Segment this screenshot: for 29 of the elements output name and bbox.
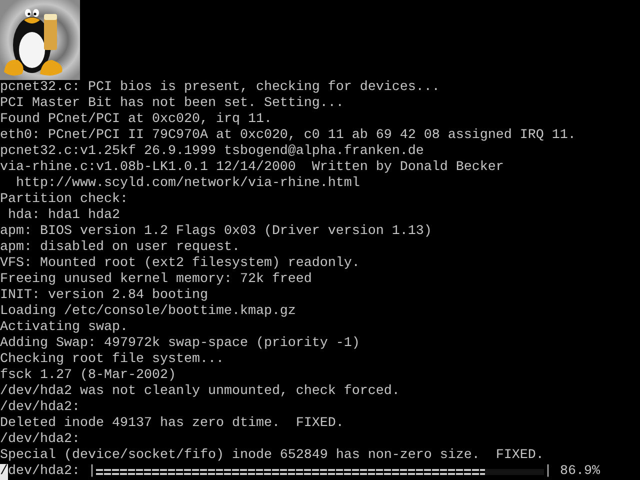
console-line: apm: BIOS version 1.2 Flags 0x03 (Driver version 1.13) <box>0 224 432 240</box>
console-line: INIT: version 2.84 booting <box>0 288 208 304</box>
progress-percent: 86.9% <box>560 464 600 480</box>
console-line: pcnet32.c:v1.25kf 26.9.1999 tsbogend@alpha.franken.de <box>0 144 424 160</box>
console-line: fsck 1.27 (8-Mar-2002) <box>0 368 176 384</box>
console-line: Freeing unused kernel memory: 72k freed <box>0 272 312 288</box>
console-line: Special (device/socket/fifo) inode 652849 has non-zero size. FIXED. <box>0 448 544 464</box>
progress-label: dev/hda2: <box>8 464 80 480</box>
console-line: Adding Swap: 497972k swap-space (priority -1) <box>0 336 360 352</box>
console-line: http://www.scyld.com/network/via-rhine.html <box>14 176 360 192</box>
console-line: Activating swap. <box>0 320 128 336</box>
console-line: Checking root file system... <box>0 352 224 368</box>
console-line: apm: disabled on user request. <box>0 240 240 256</box>
console-line: /dev/hda2: <box>0 400 80 416</box>
console-line: eth0: PCnet/PCI II 79C970A at 0xc020, c0 11 ab 69 42 08 assigned IRQ 11. <box>0 128 576 144</box>
console-line: Partition check: <box>0 192 128 208</box>
console-line: pcnet32.c: PCI bios is present, checking for devices... <box>0 80 440 96</box>
console-line: Found PCnet/PCI at 0xc020, irq 11. <box>0 112 272 128</box>
console-line: Deleted inode 49137 has zero dtime. FIXED. <box>0 416 344 432</box>
bracket: | <box>88 464 96 480</box>
console-line: PCI Master Bit has not been set. Setting... <box>0 96 344 112</box>
console-line: via-rhine.c:v1.08b-LK1.0.1 12/14/2000 Written by Donald Becker <box>0 160 504 176</box>
bracket: | <box>544 464 552 480</box>
console-line: /dev/hda2 was not cleanly unmounted, check forced. <box>0 384 400 400</box>
console-line: /dev/hda2: <box>0 432 80 448</box>
console-line: hda: hda1 hda2 <box>6 208 120 224</box>
console-line: VFS: Mounted root (ext2 filesystem) readonly. <box>0 256 360 272</box>
cursor-char: / <box>0 464 8 480</box>
console-line: Loading /etc/console/boottime.kmap.gz <box>0 304 296 320</box>
